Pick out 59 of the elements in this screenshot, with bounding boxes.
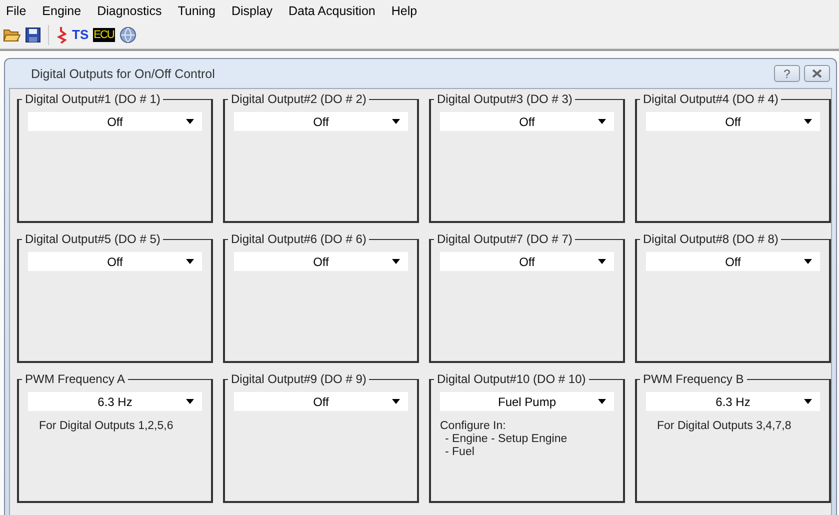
zigzag-icon[interactable] bbox=[56, 26, 68, 44]
ts-button[interactable]: TS bbox=[72, 27, 89, 42]
caret-icon bbox=[598, 119, 606, 124]
dropdown[interactable]: 6.3 Hz bbox=[646, 392, 820, 411]
dropdown[interactable]: Off bbox=[28, 252, 202, 271]
folder-icon[interactable] bbox=[3, 26, 21, 42]
dropdown[interactable]: Fuel Pump bbox=[440, 392, 614, 411]
caret-icon bbox=[186, 259, 194, 264]
help-button[interactable]: ? bbox=[774, 65, 800, 82]
caret-icon bbox=[392, 399, 400, 404]
group-title: Digital Output#1 (DO # 1) bbox=[24, 92, 162, 106]
group-title: Digital Output#5 (DO # 5) bbox=[24, 232, 162, 246]
ecu-button[interactable]: ECU bbox=[92, 28, 115, 42]
note-text: For Digital Outputs 1,2,5,6 bbox=[38, 420, 174, 433]
group-title: Digital Output#7 (DO # 7) bbox=[436, 232, 574, 246]
dropdown[interactable]: Off bbox=[646, 112, 820, 131]
menu-item[interactable]: File bbox=[6, 4, 36, 18]
caret-icon bbox=[186, 399, 194, 404]
note-text: - Fuel bbox=[444, 446, 476, 459]
save-icon[interactable] bbox=[25, 26, 41, 42]
group-title: Digital Output#8 (DO # 8) bbox=[642, 232, 780, 246]
group-title: Digital Output#3 (DO # 3) bbox=[436, 92, 574, 106]
menu-item[interactable]: Engine bbox=[42, 4, 90, 18]
group-title: Digital Output#2 (DO # 2) bbox=[230, 92, 368, 106]
menu-item[interactable]: Diagnostics bbox=[97, 4, 171, 18]
menu-item[interactable]: Tuning bbox=[178, 4, 224, 18]
dropdown[interactable]: Off bbox=[646, 252, 820, 271]
dropdown[interactable]: Off bbox=[234, 252, 408, 271]
caret-icon bbox=[186, 119, 194, 124]
dropdown[interactable]: 6.3 Hz bbox=[28, 392, 202, 411]
dropdown[interactable]: Off bbox=[440, 112, 614, 131]
dropdown[interactable]: Off bbox=[234, 112, 408, 131]
menu-item[interactable]: Help bbox=[391, 4, 426, 18]
caret-icon bbox=[804, 259, 812, 264]
caret-icon bbox=[804, 119, 812, 124]
group-title: Digital Output#10 (DO # 10) bbox=[436, 372, 587, 386]
group-title: Digital Output#4 (DO # 4) bbox=[642, 92, 780, 106]
window-title: Digital Outputs for On/Off Control bbox=[30, 66, 215, 80]
caret-icon bbox=[598, 399, 606, 404]
dropdown[interactable]: Off bbox=[28, 112, 202, 131]
toolbar-separator bbox=[48, 24, 49, 44]
close-icon bbox=[812, 69, 822, 78]
dropdown[interactable]: Off bbox=[234, 392, 408, 411]
dropdown[interactable]: Off bbox=[440, 252, 614, 271]
note-text: For Digital Outputs 3,4,7,8 bbox=[656, 420, 792, 433]
group-title: Digital Output#6 (DO # 6) bbox=[230, 232, 368, 246]
menu-item[interactable]: Data Acqusition bbox=[288, 4, 384, 18]
menu-item[interactable]: Display bbox=[231, 4, 282, 18]
globe-icon[interactable] bbox=[118, 26, 137, 44]
group-title: PWM Frequency B bbox=[642, 372, 745, 386]
caret-icon bbox=[392, 259, 400, 264]
close-button[interactable] bbox=[804, 65, 830, 82]
group-title: PWM Frequency A bbox=[24, 372, 126, 386]
caret-icon bbox=[392, 119, 400, 124]
caret-icon bbox=[804, 399, 812, 404]
note-text: - Engine - Setup Engine bbox=[444, 433, 568, 446]
note-text: Configure In: bbox=[440, 420, 507, 433]
group-title: Digital Output#9 (DO # 9) bbox=[230, 372, 368, 386]
caret-icon bbox=[598, 259, 606, 264]
